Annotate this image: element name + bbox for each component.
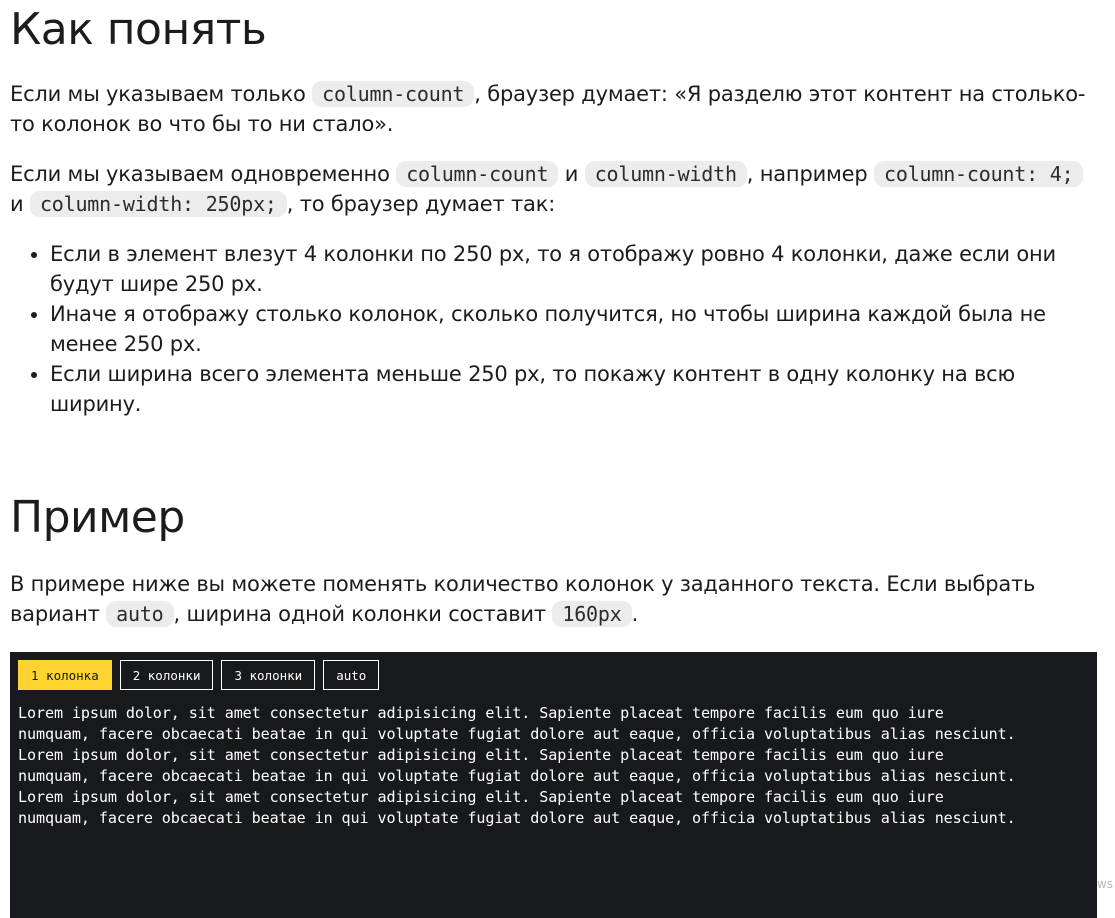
text-fragment: и [558,162,585,186]
section-title-example: Пример [10,492,185,543]
text-fragment: Если мы указываем только [10,82,313,106]
list-item: Иначе я отображу столько колонок, скольк… [50,299,1100,359]
text-fragment: и [10,192,30,216]
list-item: Если ширина всего элемента меньше 250 px… [50,359,1100,419]
corner-label: ws [1096,877,1113,891]
inline-code: 160px [552,601,632,627]
text-fragment: Если мы указываем одновременно [10,162,397,186]
one-column-button[interactable]: 1 колонка [18,660,112,690]
three-columns-button[interactable]: 3 колонки [221,660,316,690]
demo-text-line: Lorem ipsum dolor, sit amet consectetur … [18,746,944,764]
demo-text-line: numquam, facere obcaecati beatae in qui … [18,809,1016,827]
demo-text-line: numquam, facere obcaecati beatae in qui … [18,725,1016,743]
text-fragment: , ширина одной колонки составит [173,602,553,626]
paragraph-example: В примере ниже вы можете поменять количе… [10,569,1095,629]
list-item: Если в элемент влезут 4 колонки по 250 p… [50,239,1100,299]
demo-text-line: numquam, facere obcaecati beatae in qui … [18,767,1016,785]
text-fragment: . [631,602,639,626]
demo-text-line: Lorem ipsum dolor, sit amet consectetur … [18,704,944,722]
section-title-how-to-understand: Как понять [10,4,267,55]
demo-panel: 1 колонка 2 колонки 3 колонки auto Lorem… [10,652,1097,918]
inline-code: column-width: 250px; [29,191,287,217]
inline-code: auto [106,601,174,627]
column-switcher: 1 колонка 2 колонки 3 колонки auto [18,660,1089,690]
text-fragment: , например [746,162,875,186]
auto-columns-button[interactable]: auto [323,660,380,690]
behavior-list: Если в элемент влезут 4 колонки по 250 p… [10,239,1100,419]
inline-code: column-count [312,81,475,107]
inline-code: column-width [584,161,747,187]
demo-text-line: Lorem ipsum dolor, sit amet consectetur … [18,788,944,806]
inline-code: column-count: 4; [874,161,1084,187]
inline-code: column-count [396,161,559,187]
demo-text: Lorem ipsum dolor, sit amet consectetur … [18,703,1089,829]
two-columns-button[interactable]: 2 колонки [119,660,214,690]
text-fragment: , то браузер думает так: [286,192,556,216]
paragraph-column-count: Если мы указываем только column-count, б… [10,79,1090,139]
paragraph-column-count-and-width: Если мы указываем одновременно column-co… [10,159,1090,219]
